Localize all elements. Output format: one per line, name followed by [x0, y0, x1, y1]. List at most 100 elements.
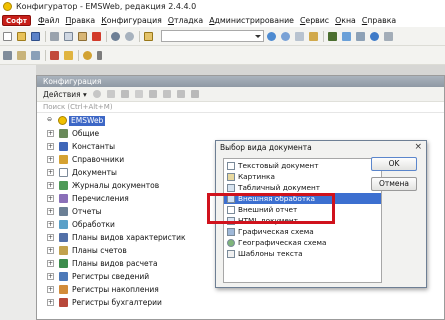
tree-node-label: Регистры накопления: [72, 285, 159, 294]
menu-file[interactable]: Файл: [35, 16, 63, 25]
config-toolbar: [0, 46, 445, 65]
graphic-scheme-icon: [227, 227, 235, 236]
help-icon[interactable]: [370, 31, 379, 41]
add-icon[interactable]: [92, 90, 101, 98]
move-up-icon[interactable]: [148, 90, 157, 98]
expand-icon[interactable]: +: [47, 299, 54, 306]
expand-icon[interactable]: +: [47, 234, 54, 241]
config-search-field[interactable]: Поиск (Ctrl+Alt+M): [37, 102, 444, 113]
copy-icon[interactable]: [64, 31, 73, 41]
db-config-icon[interactable]: [17, 50, 26, 60]
menu-configuration[interactable]: Конфигурация: [98, 16, 165, 25]
list-item-text-templates[interactable]: Шаблоны текста: [224, 248, 381, 259]
new-file-icon[interactable]: [3, 31, 12, 41]
expand-icon[interactable]: +: [47, 208, 54, 215]
collapse-icon[interactable]: ⊖: [46, 117, 53, 124]
replace-icon[interactable]: [295, 31, 304, 41]
menu-debug[interactable]: Отладка: [165, 16, 206, 25]
open-folder-icon[interactable]: [17, 31, 26, 41]
find-icon[interactable]: [144, 31, 153, 41]
tree-node-label: Регистры бухгалтерии: [72, 298, 162, 307]
menu-windows[interactable]: Окна: [332, 16, 359, 25]
calendar-icon[interactable]: [356, 31, 365, 41]
settings-icon[interactable]: [384, 31, 393, 41]
open-config-icon[interactable]: [3, 50, 12, 60]
run-debug-icon[interactable]: [64, 50, 73, 60]
syntax-check-icon[interactable]: [328, 31, 337, 41]
cut-icon[interactable]: [50, 31, 59, 41]
ok-button[interactable]: OK: [371, 157, 417, 171]
expand-icon[interactable]: +: [47, 182, 54, 189]
search-input[interactable]: [161, 30, 264, 42]
toolbar-separator: [45, 30, 46, 42]
menu-help[interactable]: Справка: [359, 16, 399, 25]
sort-icon[interactable]: [176, 90, 185, 98]
tree-node-label: Общие: [72, 129, 100, 138]
list-item-spreadsheet[interactable]: Табличный документ: [224, 182, 381, 193]
list-item-label: Графическая схема: [238, 227, 314, 236]
expand-icon[interactable]: +: [47, 286, 54, 293]
dropdown-arrow-icon[interactable]: [97, 50, 102, 60]
filter-icon[interactable]: [190, 90, 199, 98]
menu-administration[interactable]: Администрирование: [206, 16, 297, 25]
list-item-label: Табличный документ: [238, 183, 320, 192]
tree-node-label: Планы видов расчета: [72, 259, 158, 268]
list-item-label: Картинка: [238, 172, 275, 181]
enterprise-icon[interactable]: [83, 50, 92, 60]
close-icon[interactable]: ×: [414, 143, 422, 152]
config-root-icon: [58, 116, 67, 125]
tree-root-label: EMSWeb: [69, 115, 106, 126]
bookmark-icon[interactable]: [309, 31, 318, 41]
expand-icon[interactable]: +: [47, 143, 54, 150]
delete-icon[interactable]: [134, 90, 143, 98]
info-registers-icon: [59, 272, 68, 281]
tree-root[interactable]: ⊖ EMSWeb: [37, 114, 444, 127]
cancel-button[interactable]: Отмена: [371, 177, 417, 191]
chart-types-icon: [59, 233, 68, 242]
edit-icon[interactable]: [120, 90, 129, 98]
expand-icon[interactable]: +: [47, 169, 54, 176]
menu-edit[interactable]: Правка: [63, 16, 99, 25]
compare-icon[interactable]: [31, 50, 40, 60]
save-icon[interactable]: [31, 31, 40, 41]
tree-node-label: Обработки: [72, 220, 115, 229]
list-item-picture[interactable]: Картинка: [224, 171, 381, 182]
tree-node-account-registers[interactable]: + Регистры бухгалтерии: [37, 296, 444, 309]
menu-service[interactable]: Сервис: [297, 16, 332, 25]
list-item-label: Текстовый документ: [238, 161, 319, 170]
actions-menu-button[interactable]: Действия ▾: [43, 90, 87, 99]
calculator-icon[interactable]: [342, 31, 351, 41]
tree-node-common[interactable]: + Общие: [37, 127, 444, 140]
expand-icon[interactable]: +: [47, 130, 54, 137]
config-actions-bar: Действия ▾: [37, 87, 444, 102]
expand-icon[interactable]: +: [47, 156, 54, 163]
redo-icon[interactable]: [125, 31, 134, 41]
spreadsheet-icon: [227, 183, 235, 192]
left-gutter: [0, 65, 36, 320]
update-db-icon[interactable]: [50, 50, 59, 60]
tree-node-label: Регистры сведений: [72, 272, 150, 281]
logo[interactable]: Софт: [2, 14, 31, 26]
list-item-geo-scheme[interactable]: Географическая схема: [224, 237, 381, 248]
tree-node-label: Планы счетов: [72, 246, 127, 255]
window-title: Конфигуратор - EMSWeb, редакция 2.4.4.0: [16, 2, 197, 11]
expand-icon[interactable]: +: [47, 221, 54, 228]
list-item-graphic-scheme[interactable]: Графическая схема: [224, 226, 381, 237]
delete-icon[interactable]: [92, 31, 101, 41]
search-next-icon[interactable]: [267, 31, 276, 41]
search-prev-icon[interactable]: [281, 31, 290, 41]
calc-types-icon: [59, 259, 68, 268]
paste-icon[interactable]: [78, 31, 87, 41]
list-item-label: Шаблоны текста: [238, 249, 303, 258]
journals-icon: [59, 181, 68, 190]
expand-icon[interactable]: +: [47, 273, 54, 280]
expand-icon[interactable]: +: [47, 247, 54, 254]
reports-icon: [59, 207, 68, 216]
move-down-icon[interactable]: [162, 90, 171, 98]
expand-icon[interactable]: +: [47, 195, 54, 202]
copy-icon[interactable]: [106, 90, 115, 98]
list-item-text-document[interactable]: Текстовый документ: [224, 160, 381, 171]
undo-icon[interactable]: [111, 31, 120, 41]
tree-node-label: Планы видов характеристик: [72, 233, 186, 242]
expand-icon[interactable]: +: [47, 260, 54, 267]
